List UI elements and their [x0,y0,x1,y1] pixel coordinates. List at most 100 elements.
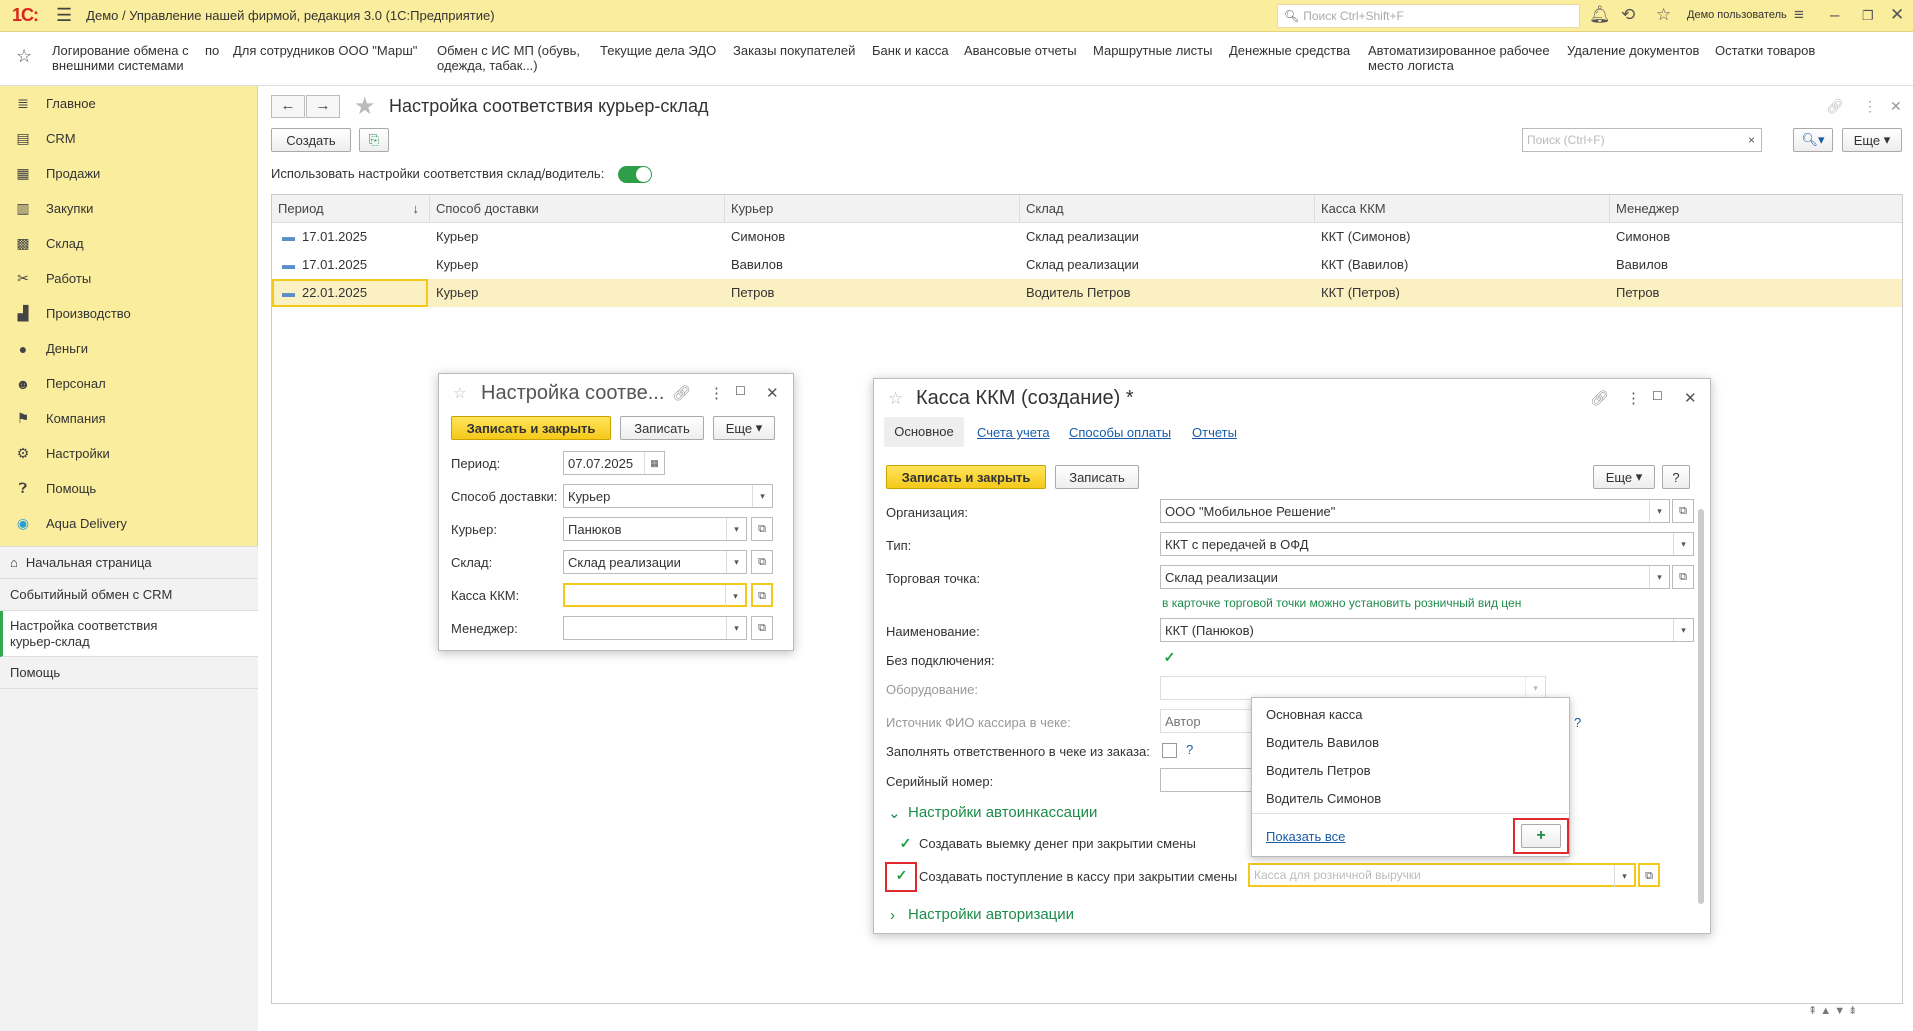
chevron-down-icon[interactable]: ▾ [1649,566,1669,588]
dropdown-item[interactable]: Основная касса [1266,707,1362,722]
save-close-button[interactable]: Записать и закрыть [886,465,1046,489]
dropdown-item[interactable]: Водитель Вавилов [1266,735,1379,750]
sidebar-item-warehouse[interactable]: ▩ Склад [14,226,83,261]
offline-checkbox[interactable]: ✓ [1162,650,1177,666]
chevron-down-icon[interactable]: ▾ [1649,500,1669,522]
sidebar-item-aqua[interactable]: ◉ Aqua Delivery [14,506,127,541]
dialog-scrollbar[interactable] [1698,509,1704,904]
help-question-icon[interactable]: ? [1574,715,1581,730]
courier-field[interactable]: Панюков ▾ [563,517,747,541]
chevron-down-icon[interactable]: ▾ [752,485,772,507]
open-icon[interactable]: ⧉ [1638,863,1660,887]
open-item-courier-settings[interactable]: Настройка соответствия курьер-склад [0,611,258,657]
fav-item[interactable]: Логирование обмена с внешними системами [52,43,192,73]
copy-button[interactable]: ⎘ [359,128,389,152]
sidebar-item-production[interactable]: ▟ Производство [14,296,131,331]
receipt-checkbox[interactable]: ✓ [894,868,909,884]
open-icon[interactable]: ⧉ [751,616,773,640]
close-icon[interactable]: ✕ [1890,5,1904,25]
chevron-down-icon[interactable]: ▾ [725,585,745,607]
link-icon[interactable]: 🔗︎ [672,384,691,402]
save-button[interactable]: Записать [620,416,704,440]
auto-collection-section[interactable]: Настройки автоинкассации [908,804,1097,821]
show-all-link[interactable]: Показать все [1266,829,1345,844]
bell-icon[interactable]: 🔔︎ [1589,5,1611,25]
open-icon[interactable]: ⧉ [1672,499,1694,523]
manager-field[interactable]: ▾ [563,616,747,640]
calendar-icon[interactable]: ▦ [644,452,664,474]
star-icon[interactable]: ☆ [1656,5,1671,25]
more-icon[interactable]: ⋮ [1626,389,1641,407]
col-manager[interactable]: Менеджер [1610,195,1902,223]
withdraw-checkbox[interactable]: ✓ [898,836,913,852]
org-field[interactable]: ООО "Мобильное Решение" ▾ [1160,499,1670,523]
sidebar-item-sales[interactable]: ▦ Продажи [14,156,100,191]
fill-responsible-checkbox[interactable] [1162,743,1177,758]
forward-button[interactable]: → [306,95,340,118]
list-search-input[interactable]: Поиск (Ctrl+F) × [1522,128,1762,152]
scroll-controls[interactable]: ⇞ ▲ ▼ ⇟ [1808,1004,1903,1024]
open-icon[interactable]: ⧉ [1672,565,1694,589]
chevron-down-icon[interactable]: ▾ [1614,865,1634,887]
settings-menu-icon[interactable]: ≡ [1794,5,1804,25]
tab-accounts[interactable]: Счета учета [977,425,1050,440]
sidebar-item-main[interactable]: ≣ Главное [14,86,96,121]
fav-item[interactable]: по [205,43,219,58]
table-row[interactable]: ▬ 17.01.2025 Курьер Симонов Склад реализац… [272,223,1902,251]
more-button[interactable]: Еще ▾ [1842,128,1902,152]
dropdown-item[interactable]: Водитель Симонов [1266,791,1381,806]
clear-icon[interactable]: × [1748,133,1755,147]
user-name[interactable]: Демо пользователь [1687,9,1787,21]
create-button[interactable]: Создать [271,128,351,152]
table-row[interactable]: ▬ 17.01.2025 Курьер Вавилов Склад реализац… [272,251,1902,279]
fav-item[interactable]: Удаление документов [1567,43,1699,58]
sidebar-item-crm[interactable]: ▤ CRM [14,121,75,156]
chevron-down-icon[interactable]: ▾ [1673,619,1693,641]
kkm-field[interactable]: ▾ [563,583,747,607]
fav-item[interactable]: Денежные средства [1229,43,1350,58]
col-kkm[interactable]: Касса ККМ [1315,195,1610,223]
tab-main[interactable]: Основное [884,417,964,447]
more-button[interactable]: Еще ▾ [713,416,775,440]
global-search-input[interactable]: 🔍︎ Поиск Ctrl+Shift+F [1277,4,1580,28]
tab-reports[interactable]: Отчеты [1192,425,1237,440]
fav-item[interactable]: Банк и касса [872,43,949,58]
dropdown-item[interactable]: Водитель Петров [1266,763,1371,778]
chevron-down-icon[interactable]: ▾ [726,617,746,639]
period-field[interactable]: 07.07.2025 ▦ [563,451,665,475]
chevron-down-icon[interactable]: ▾ [726,551,746,573]
open-icon[interactable]: ⧉ [751,517,773,541]
help-button[interactable]: ? [1662,465,1690,489]
retail-cash-field[interactable]: Касса для розничной выручки ▾ [1248,863,1636,887]
fav-item[interactable]: Остатки товаров [1715,43,1815,58]
chevron-down-icon[interactable]: ▾ [1673,533,1693,555]
auth-section[interactable]: Настройки авторизации [908,906,1074,923]
close-icon[interactable]: ✕ [766,384,779,402]
maximize-icon[interactable]: ☐ [735,384,746,398]
maximize-icon[interactable]: ❐ [1862,8,1874,24]
sidebar-item-purchases[interactable]: ▥ Закупки [14,191,93,226]
sidebar-item-staff[interactable]: ☻ Персонал [14,366,106,401]
point-field[interactable]: Склад реализации ▾ [1160,565,1670,589]
col-warehouse[interactable]: Склад [1020,195,1315,223]
fav-item[interactable]: Для сотрудников ООО "Марш" [233,43,417,58]
back-button[interactable]: ← [271,95,305,118]
more-button[interactable]: Еще ▾ [1593,465,1655,489]
sidebar-item-company[interactable]: ⚑ Компания [14,401,106,436]
warehouse-driver-toggle[interactable] [618,166,652,183]
maximize-icon[interactable]: ☐ [1652,389,1663,403]
chevron-down-icon[interactable]: ⌄ [888,804,901,822]
link-icon[interactable]: 🔗︎ [1590,389,1609,407]
close-icon[interactable]: ✕ [1684,389,1697,407]
sidebar-item-settings[interactable]: ⚙ Настройки [14,436,110,471]
search-button[interactable]: 🔍︎▾ [1793,128,1833,152]
fav-item[interactable]: Авансовые отчеты [964,43,1077,58]
type-field[interactable]: ККТ с передачей в ОФД ▾ [1160,532,1694,556]
open-item-crm-exchange[interactable]: Событийный обмен с CRM [0,579,258,611]
table-row[interactable]: ▬ 22.01.2025 Курьер Петров Водитель Петров… [272,279,1902,307]
star-icon[interactable]: ☆ [888,389,903,409]
favorites-star-icon[interactable]: ☆ [16,46,32,67]
help-question-icon[interactable]: ? [1186,742,1193,757]
save-button[interactable]: Записать [1055,465,1139,489]
star-icon[interactable]: ☆ [453,384,466,402]
